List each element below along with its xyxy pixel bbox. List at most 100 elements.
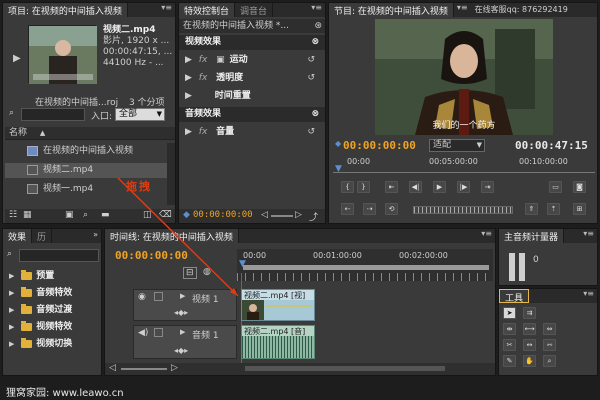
zoom-slider[interactable] bbox=[121, 368, 167, 370]
safe-margins-button[interactable]: ▭ bbox=[549, 181, 562, 193]
pen-tool-icon[interactable]: ✎ bbox=[503, 355, 516, 367]
zoom-out-icon[interactable]: ◁ bbox=[109, 363, 116, 373]
program-time-ruler[interactable]: 00:00 00:05:00:00 00:10:00:00 ▼ bbox=[333, 157, 595, 174]
rate-stretch-tool-icon[interactable]: ⇔ bbox=[543, 323, 556, 335]
playhead-icon[interactable]: ▼ bbox=[239, 259, 246, 269]
zoom-in-icon[interactable]: ▷ bbox=[295, 210, 302, 220]
motion-transform-icon[interactable]: ▣ bbox=[216, 55, 225, 65]
project-column-header[interactable]: 名称 ▲ bbox=[5, 127, 175, 140]
effect-time-remap[interactable]: ▶ 时间重置 bbox=[181, 89, 323, 104]
ripple-edit-tool-icon[interactable]: ⇹ bbox=[503, 323, 516, 335]
program-current-timecode[interactable]: 00:00:00:00 bbox=[343, 139, 416, 152]
reset-icon[interactable]: ↺ bbox=[307, 71, 315, 86]
expand-arrow-icon[interactable]: ▶ bbox=[185, 91, 192, 101]
playhead-icon[interactable]: ▼ bbox=[335, 164, 342, 174]
shuttle-left-button[interactable]: ⇠ bbox=[341, 203, 354, 215]
zoom-out-icon[interactable]: ◁ bbox=[261, 210, 268, 220]
tab-audio-meters[interactable]: 主音频计量器 bbox=[499, 229, 565, 243]
jog-wheel[interactable] bbox=[413, 206, 513, 214]
list-view-icon[interactable]: ☷ bbox=[9, 210, 17, 220]
export-frame-button[interactable]: ◙ bbox=[573, 181, 586, 193]
zoom-tool-icon[interactable]: ⌕ bbox=[543, 355, 556, 367]
panel-menu-icon[interactable]: ▾≡ bbox=[161, 3, 175, 17]
project-item-sequence[interactable]: 在视频的中间插入视频 bbox=[5, 144, 173, 159]
tab-effect-controls[interactable]: 特效控制台 bbox=[179, 3, 236, 17]
project-scrollbar[interactable] bbox=[167, 143, 175, 205]
show-timeline-icon[interactable]: ⊛ bbox=[314, 19, 322, 33]
project-item-clip-2[interactable]: 视频二.mp4 bbox=[5, 163, 173, 178]
slide-tool-icon[interactable]: ⇿ bbox=[543, 339, 556, 351]
audio-track-clip[interactable]: 视频二.mp4 [音] bbox=[241, 325, 315, 359]
tab-program[interactable]: 节目: 在视频的中间插入视频 bbox=[329, 3, 454, 17]
work-area-bar[interactable] bbox=[243, 265, 489, 270]
reset-icon[interactable]: ↺ bbox=[307, 125, 315, 140]
effects-folder-presets[interactable]: ▶ 预置 bbox=[5, 269, 99, 284]
tab-history[interactable]: 历 bbox=[32, 229, 53, 243]
project-search-input[interactable] bbox=[21, 108, 85, 121]
mark-out-button[interactable]: } bbox=[357, 181, 370, 193]
expand-arrow-icon[interactable]: ▶ bbox=[185, 127, 192, 137]
thumbnail-play-icon[interactable]: ▶ bbox=[13, 53, 21, 64]
hand-tool-icon[interactable]: ✋ bbox=[523, 355, 536, 367]
panel-menu-icon[interactable]: ▾≡ bbox=[311, 3, 325, 17]
effects-folder-video-transitions[interactable]: ▶ 视频切换 bbox=[5, 337, 99, 352]
snap-icon[interactable]: ⊟ bbox=[183, 267, 197, 279]
timeline-ruler[interactable]: 00:00 00:01:00:00 00:02:00:00 ▼ bbox=[237, 249, 493, 281]
track-select-tool-icon[interactable]: ⇉ bbox=[523, 307, 536, 319]
lift-button[interactable]: ⇑ bbox=[525, 203, 538, 215]
tab-timeline[interactable]: 时间线: 在视频的中间插入视频 bbox=[105, 229, 239, 243]
timeline-scrollbar[interactable] bbox=[245, 366, 445, 371]
automate-icon[interactable]: ▣ bbox=[65, 210, 74, 220]
expand-arrow-icon[interactable]: ▶ bbox=[9, 340, 14, 348]
search-in-select[interactable]: 全部 ▼ bbox=[115, 108, 165, 121]
panel-menu-icon[interactable]: ▾≡ bbox=[481, 229, 495, 243]
collapse-icon[interactable]: ⊗ bbox=[311, 107, 319, 122]
shuttle-right-button[interactable]: ⇢ bbox=[363, 203, 376, 215]
effects-folder-audio-effects[interactable]: ▶ 音频特效 bbox=[5, 286, 99, 301]
new-bin-icon[interactable]: ▬ bbox=[101, 210, 110, 220]
tab-effects[interactable]: 效果 bbox=[3, 229, 33, 243]
reset-icon[interactable]: ↺ bbox=[307, 53, 315, 68]
effects-search-input[interactable] bbox=[19, 249, 99, 262]
go-to-out-button[interactable]: ⇥ bbox=[481, 181, 494, 193]
expand-arrow-icon[interactable]: ▶ bbox=[180, 328, 185, 336]
panel-menu-icon[interactable]: ▾≡ bbox=[457, 3, 471, 17]
slip-tool-icon[interactable]: ↔ bbox=[523, 339, 536, 351]
timeline-timecode[interactable]: 00:00:00:00 bbox=[115, 249, 188, 262]
tab-tools[interactable]: 工具 bbox=[499, 289, 530, 304]
rolling-edit-tool-icon[interactable]: ⟷ bbox=[523, 323, 536, 335]
keyframe-nav-icon[interactable]: ◂◆▸ bbox=[174, 308, 188, 317]
export-frame-icon[interactable]: ⤴ bbox=[309, 210, 318, 223]
tab-project[interactable]: 项目: 在视频的中间插入视频 bbox=[3, 3, 128, 17]
razor-tool-icon[interactable]: ✂ bbox=[503, 339, 516, 351]
fit-select[interactable]: 适配 ▼ bbox=[429, 139, 485, 152]
effects-folder-audio-transitions[interactable]: ▶ 音频过渡 bbox=[5, 303, 99, 318]
expand-arrow-icon[interactable]: ▶ bbox=[185, 73, 192, 83]
mark-in-button[interactable]: { bbox=[341, 181, 354, 193]
tab-audio-mixer[interactable]: 调音台 bbox=[235, 3, 274, 17]
selection-tool-icon[interactable]: ➤ bbox=[503, 307, 516, 319]
expand-arrow-icon[interactable]: ▶ bbox=[185, 55, 192, 65]
lock-icon[interactable] bbox=[154, 328, 163, 337]
effect-motion[interactable]: ▶ fx ▣ 运动 ↺ bbox=[181, 53, 323, 68]
speaker-icon[interactable]: ◀) bbox=[138, 328, 148, 338]
keyframe-nav-icon[interactable]: ◂◆▸ bbox=[174, 346, 188, 355]
find-icon[interactable]: ⌕ bbox=[83, 210, 88, 220]
effect-volume[interactable]: ▶ fx 音量 ↺ bbox=[181, 125, 323, 140]
go-to-in-button[interactable]: ⇤ bbox=[385, 181, 398, 193]
expand-arrow-icon[interactable]: ▶ bbox=[9, 289, 14, 297]
effects-folder-video-effects[interactable]: ▶ 视频特效 bbox=[5, 320, 99, 335]
expand-arrow-icon[interactable]: ▶ bbox=[9, 272, 14, 280]
step-forward-button[interactable]: |▶ bbox=[457, 181, 470, 193]
trim-button[interactable]: ⊞ bbox=[573, 203, 586, 215]
tab-scroll-icon[interactable]: » bbox=[93, 229, 101, 243]
play-button[interactable]: ▶ bbox=[433, 181, 446, 193]
effect-controls-timecode[interactable]: 00:00:00:00 bbox=[193, 210, 253, 220]
icon-view-icon[interactable]: ▦ bbox=[23, 210, 32, 220]
expand-arrow-icon[interactable]: ▶ bbox=[9, 306, 14, 314]
eye-icon[interactable]: ◉ bbox=[138, 292, 146, 302]
zoom-slider[interactable] bbox=[271, 215, 293, 217]
video-track-clip[interactable]: 视频二.mp4 [视] bbox=[241, 289, 315, 321]
effect-opacity[interactable]: ▶ fx 透明度 ↺ bbox=[181, 71, 323, 86]
delete-icon[interactable]: ⌫ bbox=[159, 210, 172, 220]
